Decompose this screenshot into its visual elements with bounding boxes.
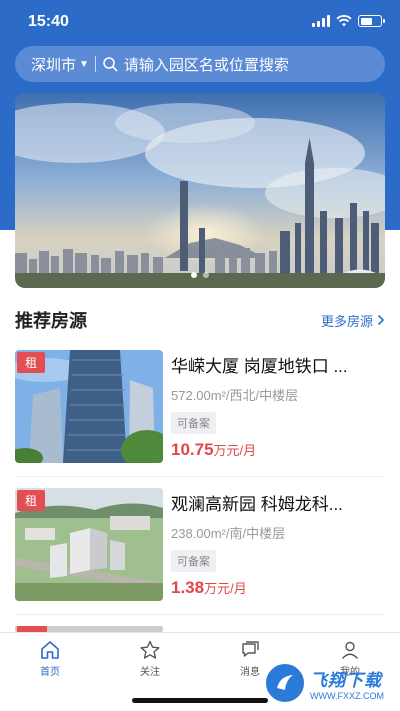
caret-down-icon: ▼ — [79, 58, 89, 70]
home-indicator — [132, 698, 268, 703]
tab-home-label: 首页 — [40, 667, 60, 678]
rent-tag: 租 — [17, 352, 46, 373]
price-unit: 万元/月 — [213, 443, 257, 458]
listing-title: 华嵘大厦 岗厦地铁口 ... — [171, 357, 348, 376]
carousel-dots — [15, 272, 385, 278]
watermark-main: 飞翔下载 — [310, 670, 382, 690]
home-icon — [41, 641, 59, 659]
watermark-text: 飞翔下载 WWW.FXXZ.COM — [310, 666, 384, 701]
listing-card[interactable]: 租 观澜高新园 科姆龙科... 238.00m²/南/中楼层 可备案 1.38万… — [15, 488, 385, 603]
status-time: 15:40 — [28, 13, 69, 30]
star-icon — [140, 640, 160, 659]
listing-badge: 可备案 — [171, 412, 216, 434]
status-bar: 15:40 — [0, 0, 400, 44]
message-icon — [242, 641, 259, 657]
user-icon — [341, 641, 359, 659]
tab-messages-label: 消息 — [240, 667, 260, 678]
more-listings-link[interactable]: 更多房源 — [321, 311, 385, 330]
search-divider — [94, 56, 96, 72]
listing-price: 1.38万元/月 — [171, 578, 385, 598]
search-bar[interactable]: 深圳市 ▼ 请输入园区名或位置搜索 — [15, 46, 385, 82]
banner-carousel[interactable] — [15, 93, 385, 288]
price-unit: 万元/月 — [204, 581, 247, 596]
listing-meta: 572.00m²/西北/中楼层 — [171, 388, 299, 403]
divider — [15, 614, 385, 615]
price-value: 10.75 — [171, 440, 214, 459]
watermark-sub: WWW.FXXZ.COM — [310, 690, 384, 701]
banner-image — [15, 93, 385, 288]
signal-icon — [312, 15, 330, 27]
tab-follow[interactable]: 关注 — [120, 639, 180, 678]
wifi-icon — [336, 15, 352, 27]
listing-title: 观澜高新园 科姆龙科... — [171, 495, 343, 514]
city-label: 深圳市 — [31, 56, 77, 74]
price-value: 1.38 — [171, 578, 205, 597]
chevron-right-icon — [377, 314, 385, 326]
rent-tag: 租 — [17, 490, 46, 511]
watermark: 飞翔下载 WWW.FXXZ.COM — [264, 660, 394, 706]
city-selector[interactable]: 深圳市 ▼ — [31, 54, 89, 75]
section-title: 推荐房源 — [15, 311, 87, 331]
listing-card[interactable]: 租 华嵘大厦 岗厦地铁口 ... 572.00m²/西北/中楼层 可备案 10.… — [15, 350, 385, 465]
listing-info: 观澜高新园 科姆龙科... 238.00m²/南/中楼层 可备案 1.38万元/… — [171, 490, 385, 598]
listing-badge: 可备案 — [171, 550, 216, 572]
listing-thumbnail: 租 — [15, 488, 163, 601]
watermark-logo-icon — [264, 662, 306, 704]
search-input[interactable]: 请输入园区名或位置搜索 — [124, 54, 289, 75]
listing-thumbnail: 租 — [15, 350, 163, 463]
tab-follow-label: 关注 — [140, 667, 160, 678]
section-header: 推荐房源 更多房源 — [15, 308, 385, 332]
listing-meta: 238.00m²/南/中楼层 — [171, 526, 286, 541]
divider — [15, 476, 385, 477]
more-listings-label: 更多房源 — [320, 313, 373, 329]
tab-home[interactable]: 首页 — [20, 639, 80, 678]
listing-info: 华嵘大厦 岗厦地铁口 ... 572.00m²/西北/中楼层 可备案 10.75… — [171, 352, 385, 460]
carousel-dot[interactable] — [191, 272, 197, 278]
search-icon — [103, 57, 118, 72]
battery-icon — [358, 15, 385, 27]
listing-price: 10.75万元/月 — [171, 440, 385, 460]
carousel-dot[interactable] — [203, 272, 209, 278]
status-icons — [312, 15, 385, 27]
